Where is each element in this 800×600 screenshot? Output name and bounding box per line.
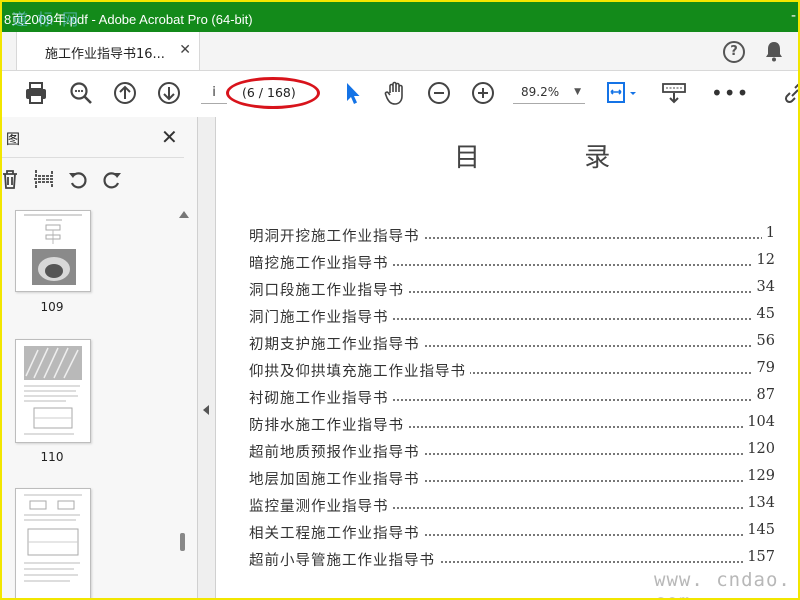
thumbnail-list: 109 110 (2, 205, 176, 598)
window-frame: 8页2009年.pdf - Adobe Acrobat Pro (64-bit)… (0, 0, 800, 600)
close-tab-icon[interactable]: ✕ (179, 42, 191, 58)
bell-icon[interactable] (764, 40, 784, 62)
toc-entry-title: 暗挖施工作业指导书 (249, 252, 393, 273)
toc-entry[interactable]: 洞门施工作业指导书 45 (249, 306, 775, 328)
toc-entry-page: 45 (752, 306, 775, 322)
divider (2, 157, 184, 158)
hand-tool-icon[interactable] (382, 80, 408, 106)
thumbnail-scrollbar[interactable] (176, 205, 190, 598)
page-thumbnail[interactable] (15, 210, 91, 292)
toc-entry-page: 129 (743, 468, 775, 484)
link-icon[interactable] (782, 80, 798, 106)
toc-entry[interactable]: 防排水施工作业指导书 104 (249, 414, 775, 436)
toc-entry-page: 1 (761, 225, 775, 241)
trash-icon[interactable] (2, 167, 22, 191)
toc-entry[interactable]: 超前小导管施工作业指导书 157 (249, 549, 775, 571)
keyboard-scroll-icon[interactable] (661, 80, 687, 106)
zoom-out-magnifier-icon[interactable] (68, 80, 94, 106)
scroll-up-arrow-icon[interactable] (179, 211, 189, 218)
toc-entry-title: 衬砌施工作业指导书 (249, 387, 393, 408)
toolbar: i (6 / 168) 89.2% ▼ ••• (2, 71, 798, 118)
toc-entry-title: 防排水施工作业指导书 (249, 414, 408, 435)
toc-entry-page: 157 (743, 549, 775, 565)
select-arrow-icon[interactable] (339, 80, 365, 106)
minimize-button[interactable]: - (791, 8, 796, 24)
toc-entry-page: 34 (752, 279, 775, 295)
toc-entry-title: 超前小导管施工作业指导书 (249, 549, 439, 570)
document-view: 目 录 明洞开挖施工作业指导书 1 暗挖施工作业指导书 12 洞口段施工作业指导书 34 洞… (216, 117, 798, 598)
chevron-down-icon: ▼ (574, 87, 581, 97)
panel-collapse-handle[interactable] (198, 117, 216, 598)
toc-entry-title: 洞口段施工作业指导书 (249, 279, 408, 300)
toc-entry-title: 初期支护施工作业指导书 (249, 333, 424, 354)
toc-entry[interactable]: 超前地质预报作业指导书 120 (249, 441, 775, 463)
thumbnail-label: 110 (40, 450, 64, 464)
insert-pages-icon[interactable] (32, 167, 56, 191)
toc-entry-page: 145 (743, 522, 775, 538)
print-icon[interactable] (23, 80, 49, 106)
document-tab-label: 施工作业指导书16... (45, 47, 165, 62)
toc-entry-title: 地层加固施工作业指导书 (249, 468, 424, 489)
toc-entry-page: 104 (743, 414, 775, 430)
toc-entry-title: 超前地质预报作业指导书 (249, 441, 424, 462)
toc-entry[interactable]: 衬砌施工作业指导书 87 (249, 387, 775, 409)
page-number-input[interactable]: i (201, 83, 227, 104)
close-panel-icon[interactable]: ✕ (161, 125, 178, 149)
page-thumbnails-panel: 图 ✕ 109 110 (2, 117, 198, 598)
toc-entry[interactable]: 相关工程施工作业指导书 145 (249, 522, 775, 544)
toc-entry-page: 56 (752, 333, 775, 349)
toc-entry-page: 12 (752, 252, 775, 268)
toc-entry-title: 明洞开挖施工作业指导书 (249, 225, 424, 246)
previous-page-icon[interactable] (112, 80, 138, 106)
rotate-clockwise-icon[interactable] (100, 167, 124, 191)
chevron-left-icon (203, 405, 209, 415)
toc-entry-title: 洞门施工作业指导书 (249, 306, 393, 327)
toc-entry[interactable]: 暗挖施工作业指导书 12 (249, 252, 775, 274)
next-page-icon[interactable] (156, 80, 182, 106)
toc-entry-title: 监控量测作业指导书 (249, 495, 393, 516)
toc-entry-page: 87 (752, 387, 775, 403)
red-annotation-circle (226, 77, 320, 109)
toc-entry-title: 仰拱及仰拱填充施工作业指导书 (249, 360, 470, 381)
toc-entry[interactable]: 仰拱及仰拱填充施工作业指导书 79 (249, 360, 775, 382)
toc-entry-page: 120 (743, 441, 775, 457)
scroll-thumb[interactable] (180, 533, 185, 551)
toc-entry[interactable]: 明洞开挖施工作业指导书 1 (249, 225, 775, 247)
toc-entry[interactable]: 监控量测作业指导书 134 (249, 495, 775, 517)
title-bar: 8页2009年.pdf - Adobe Acrobat Pro (64-bit)… (2, 2, 798, 32)
page-thumbnail[interactable] (15, 488, 91, 598)
zoom-out-icon[interactable] (426, 80, 452, 106)
panel-title: 图 (6, 132, 20, 148)
toc-entry[interactable]: 洞口段施工作业指导书 34 (249, 279, 775, 301)
document-tab[interactable]: 施工作业指导书16... ✕ (16, 32, 200, 70)
rotate-counterclockwise-icon[interactable] (66, 167, 90, 191)
page-fit-icon[interactable] (605, 80, 639, 106)
zoom-value: 89.2% (521, 85, 560, 99)
toc-entry-page: 134 (743, 495, 775, 511)
site-watermark: www. cndao. com (654, 569, 791, 598)
tab-bar: 施工作业指导书16... ✕ (2, 32, 798, 71)
zoom-in-icon[interactable] (470, 80, 496, 106)
toc-entry-page: 79 (752, 360, 775, 376)
logo-watermark: 道 标 网 (12, 10, 81, 29)
toc-entry[interactable]: 初期支护施工作业指导书 56 (249, 333, 775, 355)
page-title: 目 录 (454, 143, 659, 173)
page-thumbnail[interactable] (15, 339, 91, 443)
more-options-icon[interactable]: ••• (711, 83, 749, 103)
thumbnail-label: 109 (40, 300, 64, 314)
toc-entry[interactable]: 地层加固施工作业指导书 129 (249, 468, 775, 490)
toc-entry-title: 相关工程施工作业指导书 (249, 522, 424, 543)
help-icon[interactable]: ? (723, 41, 745, 63)
zoom-select[interactable]: 89.2% ▼ (513, 83, 585, 104)
